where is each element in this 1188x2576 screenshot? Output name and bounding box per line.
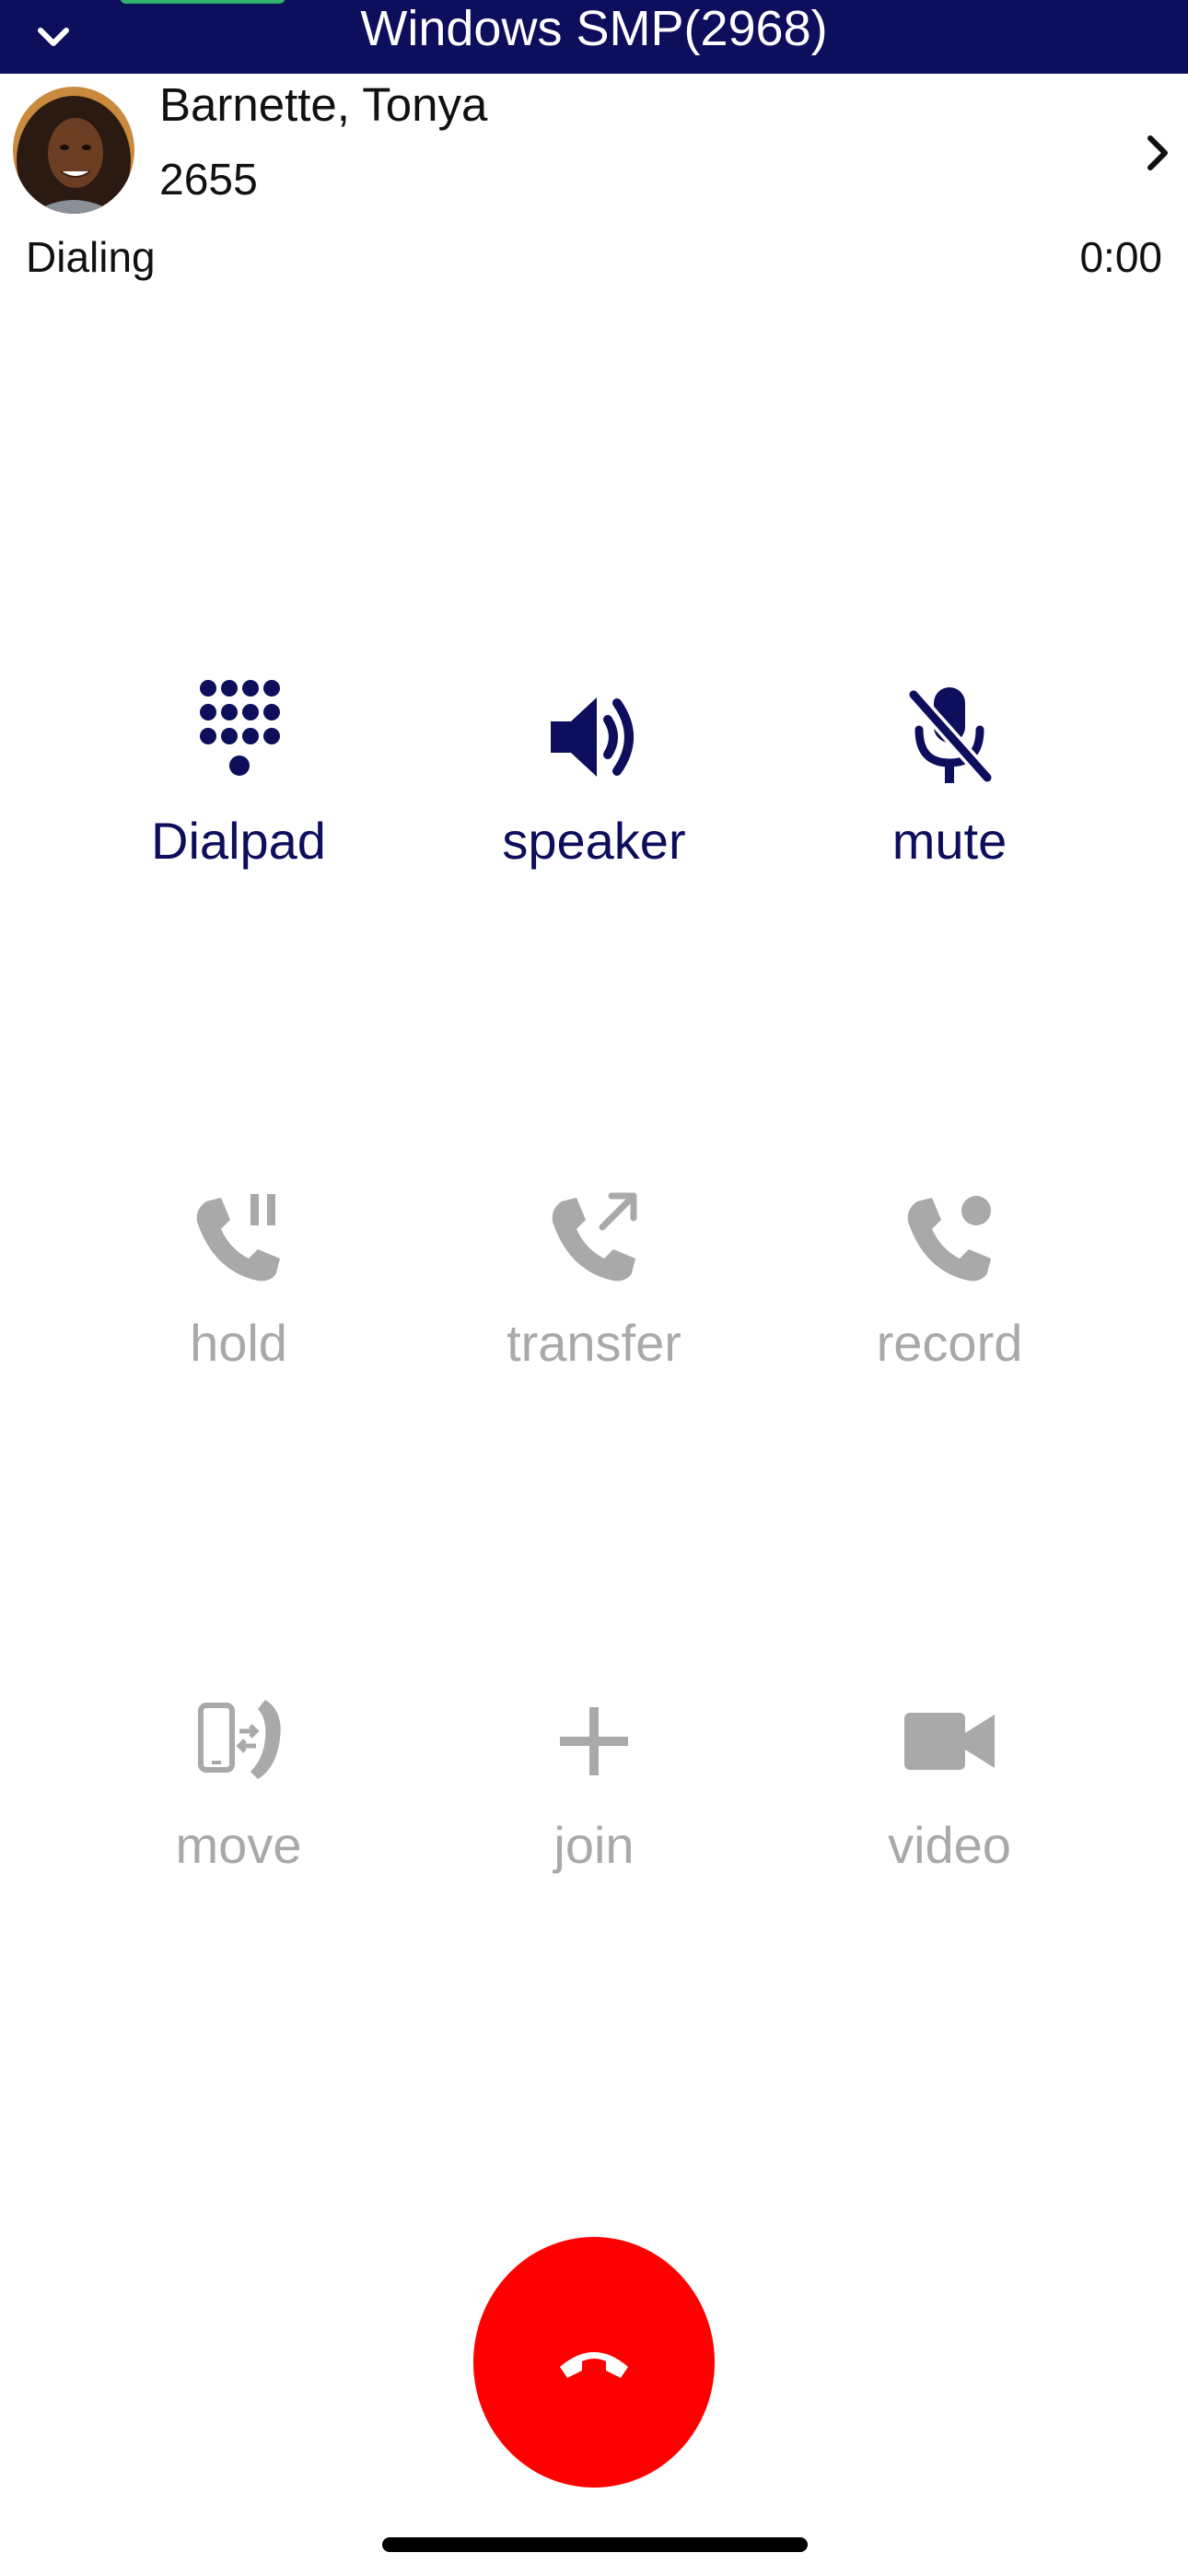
record-label: record	[876, 1314, 1023, 1372]
collapse-button[interactable]	[26, 9, 81, 64]
speaker-icon	[551, 697, 634, 777]
record-button[interactable]: record	[772, 1175, 1127, 1451]
video-label: video	[888, 1816, 1011, 1874]
home-indicator[interactable]	[382, 2537, 808, 2552]
call-timer: 0:00	[1079, 233, 1162, 281]
call-screen: Windows SMP(2968) Barnette, Tonya 2655 D…	[0, 0, 1188, 2576]
caller-name: Barnette, Tonya	[159, 78, 488, 131]
video-button[interactable]: video	[772, 1677, 1127, 1953]
move-call-icon	[198, 1700, 281, 1779]
hangup-phone-icon	[560, 2352, 628, 2378]
mute-button[interactable]: mute	[772, 673, 1127, 949]
phone-record-icon	[907, 1196, 991, 1282]
avatar	[13, 87, 134, 214]
chevron-right-icon	[1147, 135, 1168, 170]
speaker-button[interactable]: speaker	[416, 673, 772, 949]
header-title: Windows SMP(2968)	[360, 1, 828, 56]
hold-button[interactable]: hold	[61, 1175, 416, 1451]
microphone-off-icon	[906, 687, 995, 785]
join-label: join	[553, 1816, 635, 1874]
transfer-label: transfer	[507, 1314, 681, 1372]
hangup-button[interactable]	[473, 2237, 715, 2488]
phone-transfer-icon	[552, 1192, 637, 1282]
dialpad-icon	[200, 680, 280, 776]
dialpad-button[interactable]: Dialpad	[61, 673, 416, 949]
join-button[interactable]: join	[416, 1677, 772, 1953]
mute-label: mute	[891, 812, 1007, 870]
plus-icon	[560, 1707, 628, 1775]
dialpad-label: Dialpad	[151, 812, 326, 870]
move-button[interactable]: move	[61, 1677, 416, 1953]
hold-label: hold	[190, 1314, 287, 1372]
speaker-label: speaker	[502, 812, 686, 870]
transfer-button[interactable]: transfer	[416, 1175, 772, 1451]
caller-details-button[interactable]	[1135, 125, 1181, 181]
phone-hold-icon	[196, 1194, 280, 1282]
call-status: Dialing	[26, 233, 156, 281]
header-bar: Windows SMP(2968)	[0, 0, 1188, 74]
caller-extension: 2655	[159, 156, 258, 205]
chevron-down-icon	[38, 28, 69, 46]
video-camera-icon	[904, 1713, 995, 1770]
move-label: move	[175, 1816, 302, 1874]
